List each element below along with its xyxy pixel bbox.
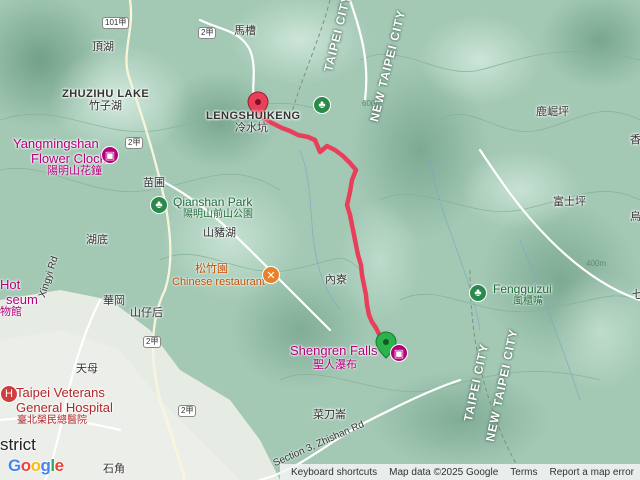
route-2-shield-south: 2甲 [143, 336, 162, 348]
tvgh-cn: 臺北榮民總醫院 [17, 415, 87, 426]
shengren-falls-cn: 聖人瀑布 [313, 359, 357, 371]
place-matsao: 馬槽 [234, 25, 256, 37]
hot-museum-cn: 物館 [0, 306, 22, 318]
place-shijiao: 石角 [103, 463, 125, 475]
place-lengshuikeng-cn: 冷水坑 [235, 122, 268, 134]
place-shanzaihou: 山仔后 [130, 307, 163, 319]
tree-icon[interactable]: ♣ [150, 196, 168, 214]
park-icon[interactable]: ♣ [313, 96, 331, 114]
place-xiang: 香 [630, 134, 640, 146]
place-district: strict [0, 435, 36, 454]
hot-museum-line2: seum [6, 292, 38, 307]
place-zhuzihu-cn: 竹子湖 [89, 100, 122, 112]
route-2-shield-north: 2甲 [198, 27, 217, 39]
fengguizui-cn: 風櫃嘴 [513, 296, 543, 307]
place-neiliao: 內寮 [325, 274, 347, 286]
place-tianmu: 天母 [76, 363, 98, 375]
songzhuyuan-cn: 松竹園 [195, 263, 228, 275]
tvgh-line2: General Hospital [16, 400, 113, 415]
highway-101-shield: 101甲 [102, 17, 130, 29]
place-zhuzihu-lake: ZHUZIHU LAKE [62, 88, 150, 100]
google-logo[interactable]: Google [8, 456, 64, 476]
place-miaopu: 苗圃 [143, 177, 165, 189]
place-caiyuanzhai: 菜刀崙 [313, 409, 346, 421]
tvgh-line1: Taipei Veterans [16, 385, 105, 400]
fengguizui-tree-icon[interactable]: ♣ [469, 284, 487, 302]
elevation-label: 600m [362, 99, 383, 108]
place-fushiping: 富士坪 [553, 196, 586, 208]
map-footer: Keyboard shortcuts Map data ©2025 Google… [280, 464, 640, 480]
report-map-error-link[interactable]: Report a map error [550, 467, 634, 478]
yangmingshan-cn: 陽明山花鐘 [47, 165, 102, 177]
qianshan-park-cn: 陽明山前山公園 [183, 209, 253, 220]
falls-camera-icon[interactable]: ▣ [390, 344, 408, 362]
chinese-restaurant: Chinese restaurant [172, 276, 265, 288]
elevation-label-2: 400m [586, 259, 607, 268]
hot-museum-line1: Hot [0, 277, 21, 292]
place-dinghu: 頂湖 [92, 41, 114, 53]
terms-link[interactable]: Terms [510, 467, 537, 478]
yangmingshan-line2: Flower Clock [31, 151, 107, 166]
yangmingshan-line1: Yangmingshan [13, 136, 99, 151]
shengren-falls: Shengren Falls [290, 343, 378, 358]
route-2-shield-west: 2甲 [125, 137, 144, 149]
place-luxueping: 鹿崛坪 [536, 106, 569, 118]
place-huagang: 華岡 [103, 295, 125, 307]
place-shanzhuhu: 山豬湖 [203, 227, 236, 239]
map-data-attribution: Map data ©2025 Google [389, 466, 499, 478]
camera-icon[interactable]: ▣ [101, 146, 119, 164]
fengguizui: Fengguizui [493, 282, 552, 296]
place-qi: 七 [632, 289, 640, 301]
keyboard-shortcuts-link[interactable]: Keyboard shortcuts [291, 467, 377, 478]
qianshan-park: Qianshan Park [173, 195, 253, 209]
place-hudi: 湖底 [86, 234, 108, 246]
place-lengshuikeng: LENGSHUIKENG [206, 110, 301, 122]
place-niao: 烏 [630, 211, 640, 223]
route-2-shield-bottom: 2甲 [178, 405, 197, 417]
restaurant-icon[interactable]: ✕ [262, 266, 280, 284]
